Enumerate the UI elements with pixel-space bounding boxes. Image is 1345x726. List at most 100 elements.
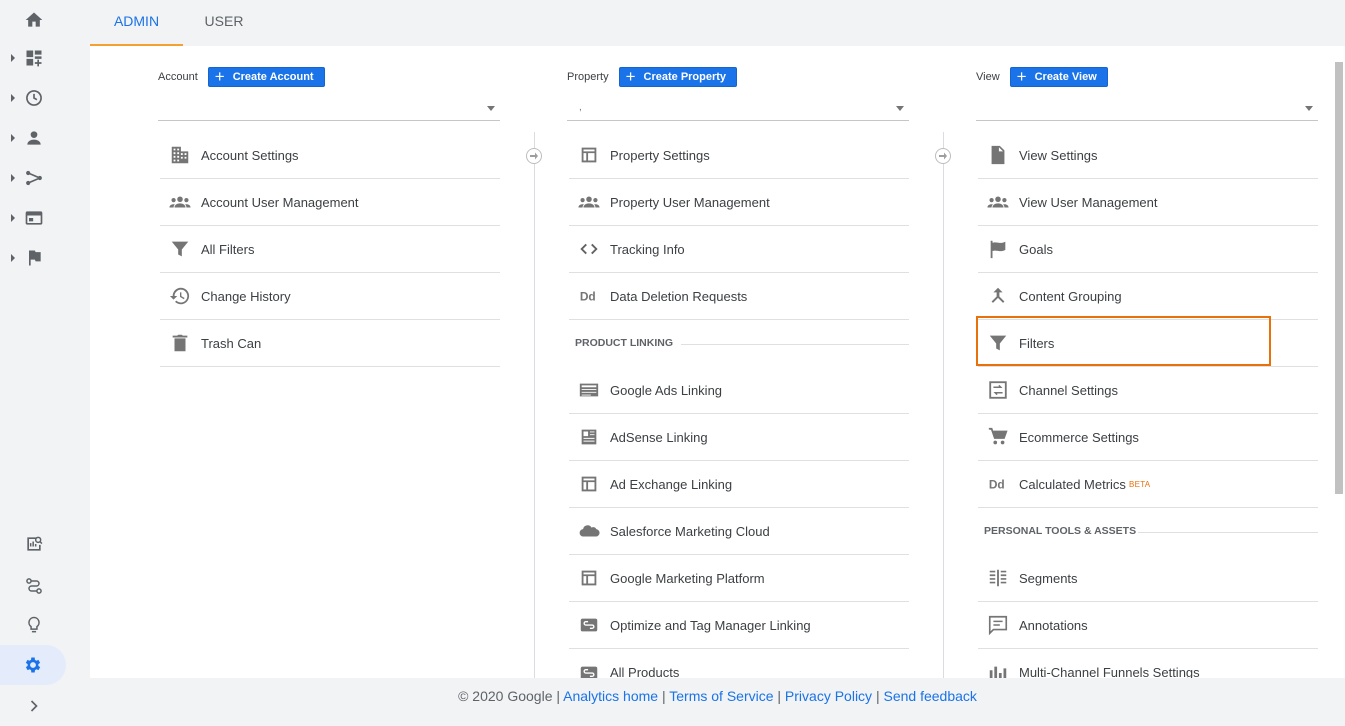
plus-icon: + xyxy=(625,67,636,86)
audience-nav[interactable] xyxy=(0,118,68,158)
segments-icon xyxy=(989,569,1007,587)
insights-search-icon xyxy=(27,536,43,551)
svg-text:Dd: Dd xyxy=(989,478,1005,492)
tab-admin[interactable]: ADMIN xyxy=(90,0,183,46)
acquisition-icon xyxy=(26,170,42,186)
product-linking-title: PRODUCT LINKING xyxy=(575,337,673,349)
dropdown-arrow-icon xyxy=(1305,106,1313,111)
filters-highlight-box xyxy=(976,316,1271,366)
trash-icon xyxy=(172,334,188,352)
customization-nav[interactable] xyxy=(0,38,68,78)
plus-icon: + xyxy=(214,67,225,86)
account-label: Account xyxy=(158,71,198,83)
discover-nav[interactable] xyxy=(0,605,68,645)
insights-nav[interactable] xyxy=(0,524,68,564)
scrollbar[interactable] xyxy=(1335,62,1343,494)
conversions-nav[interactable] xyxy=(0,238,68,278)
personal-tools-title: PERSONAL TOOLS & ASSETS xyxy=(984,525,1137,537)
personal-tools-section: PERSONAL TOOLS & ASSETS xyxy=(978,508,1318,555)
dropdown-arrow-icon xyxy=(896,106,904,111)
behavior-icon xyxy=(25,211,43,225)
arrow-circle xyxy=(935,148,951,164)
person-icon xyxy=(27,131,41,145)
attribution-nav[interactable] xyxy=(0,566,68,606)
expand-caret-icon xyxy=(11,174,15,182)
dashboard-icon xyxy=(26,50,42,67)
create-account-button[interactable]: + Create Account xyxy=(207,67,325,87)
all-filters-item[interactable]: All Filters xyxy=(160,226,500,273)
account-user-management-item[interactable]: Account User Management xyxy=(160,179,500,226)
account-selector[interactable] xyxy=(158,96,500,121)
home-nav[interactable] xyxy=(0,0,68,40)
chevron-right-icon[interactable] xyxy=(24,696,44,716)
admin-nav[interactable] xyxy=(0,645,66,685)
terms-of-service-link[interactable]: Terms of Service xyxy=(669,688,773,704)
adsense-icon xyxy=(581,429,597,445)
gear-icon xyxy=(25,657,41,673)
link-icon xyxy=(580,618,598,632)
all-products-item[interactable]: All Products xyxy=(569,649,909,678)
realtime-nav[interactable] xyxy=(0,78,68,118)
calculated-metrics-item[interactable]: Dd Calculated Metrics BETA xyxy=(978,461,1318,508)
acquisition-nav[interactable] xyxy=(0,158,68,198)
google-marketing-platform-item[interactable]: Google Marketing Platform xyxy=(569,555,909,602)
segments-item[interactable]: Segments xyxy=(978,555,1318,602)
google-ads-linking-item[interactable]: Google Ads Linking xyxy=(569,367,909,414)
tracking-info-item[interactable]: Tracking Info xyxy=(569,226,909,273)
ad-exchange-linking-item[interactable]: Ad Exchange Linking xyxy=(569,461,909,508)
create-view-label: Create View xyxy=(1034,71,1097,83)
analytics-home-link[interactable]: Analytics home xyxy=(563,688,658,704)
create-property-button[interactable]: + Create Property xyxy=(618,67,738,87)
left-nav xyxy=(0,0,68,726)
cart-icon xyxy=(988,427,1008,445)
people-icon xyxy=(987,196,1009,208)
tab-user[interactable]: USER xyxy=(200,0,248,46)
privacy-policy-link[interactable]: Privacy Policy xyxy=(785,688,872,704)
dd-icon: Dd xyxy=(580,290,596,304)
data-deletion-requests-item[interactable]: Dd Data Deletion Requests xyxy=(569,273,909,320)
column-divider xyxy=(943,132,944,678)
view-selector[interactable] xyxy=(976,96,1318,121)
property-selected-value: , xyxy=(579,102,582,113)
expand-caret-icon xyxy=(11,214,15,222)
channel-settings-item[interactable]: Channel Settings xyxy=(978,367,1318,414)
copyright: © 2020 Google xyxy=(458,688,553,704)
ads-icon xyxy=(579,383,599,397)
property-user-management-item[interactable]: Property User Management xyxy=(569,179,909,226)
property-selector[interactable]: , xyxy=(567,96,909,121)
arrow-circle xyxy=(526,148,542,164)
arrow-right-icon xyxy=(530,152,538,160)
content-grouping-item[interactable]: Content Grouping xyxy=(978,273,1318,320)
people-icon xyxy=(169,196,191,208)
history-icon xyxy=(169,287,190,305)
people-icon xyxy=(578,196,600,208)
change-history-item[interactable]: Change History xyxy=(160,273,500,320)
trash-can-item[interactable]: Trash Can xyxy=(160,320,500,367)
optimize-tag-manager-linking-item[interactable]: Optimize and Tag Manager Linking xyxy=(569,602,909,649)
expand-caret-icon xyxy=(11,254,15,262)
multi-channel-funnels-settings-item[interactable]: Multi-Channel Funnels Settings xyxy=(978,649,1318,678)
account-settings-item[interactable]: Account Settings xyxy=(160,132,500,179)
create-view-button[interactable]: + Create View xyxy=(1009,67,1108,87)
property-header: Property + Create Property xyxy=(567,67,738,87)
expand-caret-icon xyxy=(11,54,15,62)
admin-tabs: ADMIN USER xyxy=(90,0,1345,46)
column-divider xyxy=(534,132,535,678)
view-user-management-item[interactable]: View User Management xyxy=(978,179,1318,226)
salesforce-marketing-cloud-item[interactable]: Salesforce Marketing Cloud xyxy=(569,508,909,555)
channel-icon xyxy=(989,381,1007,399)
dropdown-arrow-icon xyxy=(487,106,495,111)
property-settings-item[interactable]: Property Settings xyxy=(569,132,909,179)
view-header: View + Create View xyxy=(976,67,1108,87)
view-settings-item[interactable]: View Settings xyxy=(978,132,1318,179)
adsense-linking-item[interactable]: AdSense Linking xyxy=(569,414,909,461)
building-icon xyxy=(171,146,189,164)
clock-icon xyxy=(26,90,42,106)
behavior-nav[interactable] xyxy=(0,198,68,238)
product-linking-section: PRODUCT LINKING xyxy=(569,320,909,367)
ecommerce-settings-item[interactable]: Ecommerce Settings xyxy=(978,414,1318,461)
send-feedback-link[interactable]: Send feedback xyxy=(883,688,976,704)
goals-item[interactable]: Goals xyxy=(978,226,1318,273)
window-icon xyxy=(581,147,597,163)
annotations-item[interactable]: Annotations xyxy=(978,602,1318,649)
